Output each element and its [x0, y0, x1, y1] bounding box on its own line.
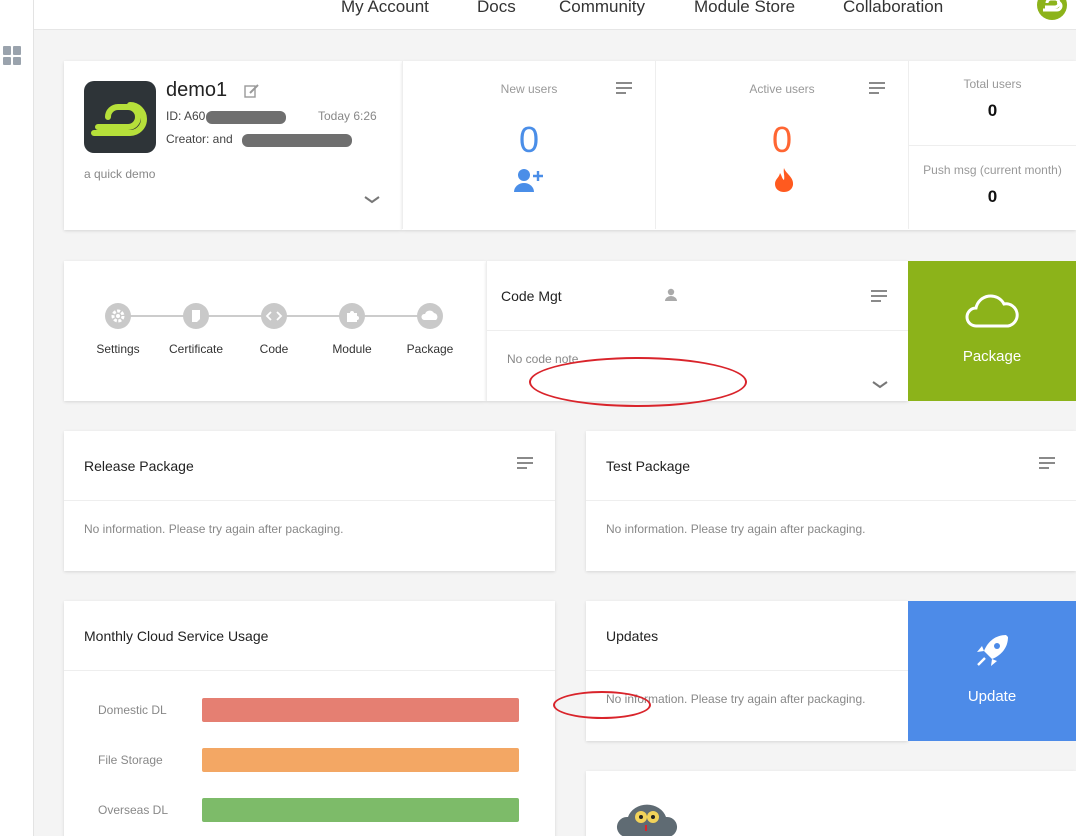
step-label: Module	[332, 342, 372, 356]
step-label: Code	[259, 342, 289, 356]
app-info-card: demo1 ID: A60 Today 6:26 Creator: and a …	[64, 61, 402, 230]
usage-label-domestic-dl: Domestic DL	[98, 703, 167, 717]
usage-label-overseas-dl: Overseas DL	[98, 803, 169, 817]
mascot-card	[586, 771, 1076, 836]
app-name: demo1	[166, 79, 228, 101]
step-label: Package	[406, 342, 454, 356]
divider	[586, 500, 1076, 501]
app-creator: Creator: and	[166, 132, 233, 146]
test-package-title: Test Package	[606, 458, 691, 474]
updates-message: No information. Please try again after p…	[606, 692, 866, 706]
active-users-value: 0	[771, 119, 793, 160]
top-nav: My Account Docs Community Module Store C…	[34, 0, 1076, 30]
divider	[64, 670, 555, 671]
total-users-label: Total users	[963, 77, 1022, 91]
step-label: Certificate	[168, 342, 224, 356]
nav-community[interactable]: Community	[559, 0, 645, 17]
updates-card: Updates No information. Please try again…	[586, 601, 908, 741]
test-package-message: No information. Please try again after p…	[606, 522, 866, 536]
update-tile[interactable]: Update	[908, 601, 1076, 741]
cloud-icon	[417, 303, 443, 329]
usage-bar-domestic-dl	[202, 698, 519, 722]
code-note-text: No code note	[507, 352, 579, 366]
nav-module-store[interactable]: Module Store	[694, 0, 795, 17]
fire-icon	[775, 168, 794, 192]
mascot-cloud-icon	[617, 804, 677, 836]
divider	[487, 330, 909, 331]
release-package-message: No information. Please try again after p…	[84, 522, 344, 536]
step-module[interactable]: Module	[317, 303, 387, 356]
apps-grid-icon[interactable]	[3, 46, 22, 65]
usage-bar-overseas-dl	[202, 798, 519, 822]
usage-label-file-storage: File Storage	[98, 753, 163, 767]
code-icon	[261, 303, 287, 329]
user-icon	[665, 288, 677, 301]
package-tile-label: Package	[962, 348, 1022, 365]
menu-icon[interactable]	[517, 457, 533, 469]
active-users-stat: Active users 0	[655, 61, 908, 229]
step-code[interactable]: Code	[239, 303, 309, 356]
new-users-stat: New users 0	[402, 61, 655, 229]
puzzle-icon	[339, 303, 365, 329]
gear-icon	[105, 303, 131, 329]
stats-card: New users 0 Active users 0 Total users 0…	[402, 61, 1076, 230]
total-users-stat: Total users 0 Push msg (current month) 0	[908, 61, 1076, 229]
nav-my-account[interactable]: My Account	[341, 0, 429, 17]
chevron-down-icon[interactable]	[364, 195, 380, 205]
left-rail	[0, 0, 34, 836]
app-id: ID: A60	[166, 109, 206, 123]
cloud-icon	[965, 294, 1019, 328]
update-tile-label: Update	[967, 688, 1017, 705]
user-avatar[interactable]	[1037, 0, 1067, 20]
updates-title: Updates	[606, 628, 659, 644]
app-logo	[84, 81, 156, 153]
release-package-card: Release Package No information. Please t…	[64, 431, 555, 571]
chevron-down-icon[interactable]	[872, 380, 888, 390]
code-mgt-card: Code Mgt No code note	[486, 261, 909, 401]
step-settings[interactable]: Settings	[83, 303, 153, 356]
nav-docs[interactable]: Docs	[477, 0, 516, 17]
usage-bar-file-storage	[202, 748, 519, 772]
code-mgt-title: Code Mgt	[501, 288, 562, 304]
redacted-id	[206, 111, 286, 124]
redacted-creator	[242, 134, 352, 147]
divider	[64, 500, 555, 501]
certificate-icon	[183, 303, 209, 329]
divider	[909, 145, 1076, 146]
menu-icon[interactable]	[871, 290, 887, 302]
menu-icon[interactable]	[1039, 457, 1055, 469]
app-time: Today 6:26	[318, 109, 377, 123]
push-msg-label: Push msg (current month)	[923, 163, 1062, 177]
step-label: Settings	[96, 342, 140, 356]
test-package-card: Test Package No information. Please try …	[586, 431, 1076, 571]
total-users-value: 0	[987, 101, 998, 120]
edit-icon[interactable]	[244, 83, 260, 104]
add-user-icon	[514, 169, 543, 192]
package-tile[interactable]: Package	[908, 261, 1076, 401]
release-package-title: Release Package	[84, 458, 194, 474]
cloud-usage-title: Monthly Cloud Service Usage	[84, 628, 269, 644]
app-description: a quick demo	[84, 167, 156, 181]
cloud-usage-card: Monthly Cloud Service Usage Domestic DL …	[64, 601, 555, 836]
step-certificate[interactable]: Certificate	[161, 303, 231, 356]
steps-card: Settings Certificate Code Module Package	[64, 261, 486, 401]
menu-icon[interactable]	[616, 82, 632, 94]
divider	[586, 670, 908, 671]
push-msg-value: 0	[987, 187, 998, 206]
step-package[interactable]: Package	[395, 303, 465, 356]
new-users-value: 0	[518, 119, 540, 160]
menu-icon[interactable]	[869, 82, 885, 94]
rocket-icon	[977, 635, 1008, 666]
nav-collaboration[interactable]: Collaboration	[843, 0, 943, 17]
